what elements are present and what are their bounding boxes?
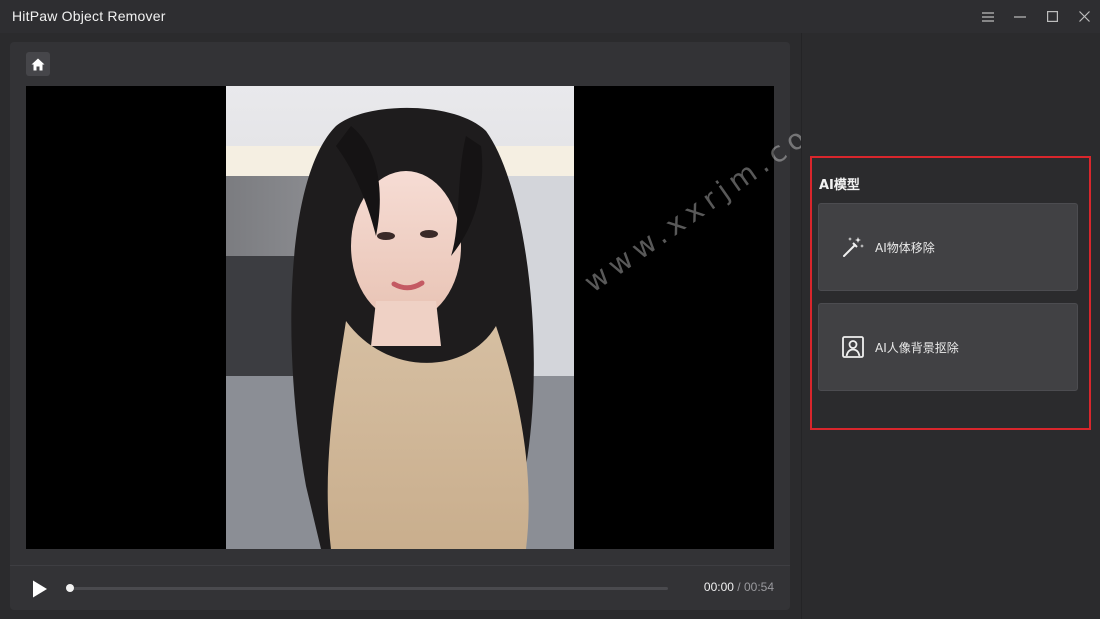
minimize-button[interactable] xyxy=(1004,0,1036,33)
player-controls: 00:00 / 00:54 xyxy=(10,565,790,610)
preview-photo xyxy=(226,86,574,549)
ai-model-panel: AI模型 AI物体移除 AI人像背景抠除 xyxy=(801,33,1100,619)
maximize-button[interactable] xyxy=(1036,0,1068,33)
preview-panel: www.xxrjm.com 00:00 / 00:54 xyxy=(10,42,844,610)
ai-portrait-background-removal-button[interactable]: AI人像背景抠除 xyxy=(818,303,1078,391)
window-controls xyxy=(972,0,1100,33)
title-bar: HitPaw Object Remover xyxy=(0,0,1100,33)
minimize-icon xyxy=(1014,15,1026,18)
magic-wand-icon xyxy=(841,235,865,259)
home-button[interactable] xyxy=(26,52,50,76)
ai-object-removal-label: AI物体移除 xyxy=(875,240,935,255)
ai-model-section: AI模型 AI物体移除 AI人像背景抠除 xyxy=(810,156,1091,430)
maximize-icon xyxy=(1046,11,1058,22)
ai-portrait-background-removal-label: AI人像背景抠除 xyxy=(875,340,959,355)
play-button[interactable] xyxy=(30,579,50,599)
menu-icon xyxy=(982,11,994,22)
app-title: HitPaw Object Remover xyxy=(12,8,166,24)
progress-handle[interactable] xyxy=(66,584,74,592)
play-icon xyxy=(33,580,47,598)
portrait-image xyxy=(226,86,574,549)
current-time: 00:00 xyxy=(703,580,734,594)
video-preview[interactable] xyxy=(26,86,774,549)
close-icon xyxy=(1078,11,1090,22)
portrait-icon xyxy=(841,335,865,359)
duration: 00:54 xyxy=(743,580,774,594)
home-icon xyxy=(31,58,45,70)
menu-button[interactable] xyxy=(972,0,1004,33)
ai-model-title: AI模型 xyxy=(819,178,860,193)
close-button[interactable] xyxy=(1068,0,1100,33)
time-separator: / xyxy=(737,580,741,594)
time-display: 00:00 / 00:54 xyxy=(704,580,774,594)
ai-object-removal-button[interactable]: AI物体移除 xyxy=(818,203,1078,291)
progress-track[interactable] xyxy=(68,587,668,590)
